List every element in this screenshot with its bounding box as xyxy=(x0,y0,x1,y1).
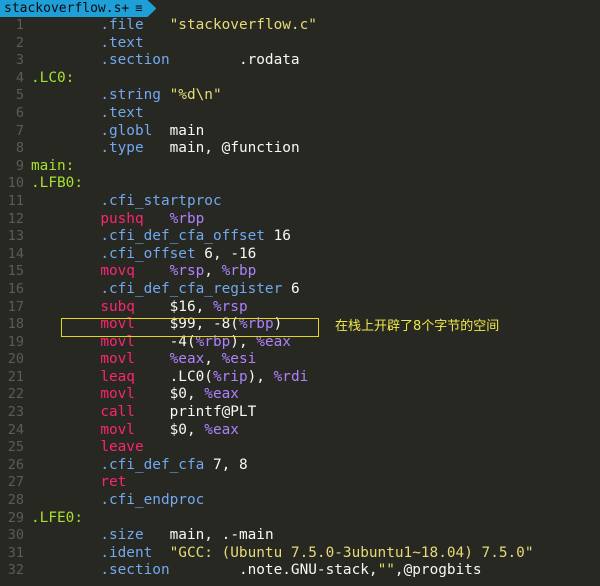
code-text: .cfi_def_cfa 7, 8 xyxy=(100,456,248,473)
code-line: 27 ret xyxy=(0,474,600,492)
code-text: subq $16, %rsp xyxy=(100,298,248,315)
line-number: 19 xyxy=(7,333,24,350)
code-line: 3 .section .rodata xyxy=(0,52,600,70)
code-text: .LC0: xyxy=(31,69,75,86)
code-text: movq %rsp, %rbp xyxy=(100,263,257,280)
line-number: 22 xyxy=(7,386,24,403)
line-number: 18 xyxy=(7,316,24,333)
code-text: .cfi_def_cfa_register 6 xyxy=(100,280,300,297)
code-line: 20 movl %eax, %esi xyxy=(0,351,600,369)
line-number: 7 xyxy=(15,122,24,139)
code-text: main: xyxy=(31,157,75,174)
code-text: .globl main xyxy=(100,122,205,139)
code-line: 25 leave xyxy=(0,439,600,457)
code-line: 32 .section .note.GNU-stack,"",@progbits xyxy=(0,562,600,580)
line-number: 12 xyxy=(7,210,24,227)
line-number: 17 xyxy=(7,298,24,315)
code-line: 10 .LFB0: xyxy=(0,175,600,193)
line-number: 15 xyxy=(7,263,24,280)
code-text: .file "stackoverflow.c" xyxy=(100,17,317,33)
code-text: .cfi_startproc xyxy=(100,192,222,209)
line-number: 2 xyxy=(15,34,24,51)
code-text: pushq %rbp xyxy=(100,210,205,227)
code-line: 5 .string "%d\n" xyxy=(0,87,600,105)
code-text: call printf@PLT xyxy=(100,404,257,421)
tab-bar: stackoverflow.s+ ≡ xyxy=(0,0,600,17)
code-line: 13 .cfi_def_cfa_offset 16 xyxy=(0,228,600,246)
annotation-text: 在栈上开辟了8个字节的空间 xyxy=(335,319,500,334)
line-number: 3 xyxy=(15,52,24,69)
line-number: 30 xyxy=(7,527,24,544)
code-text: ret xyxy=(100,474,127,491)
line-number: 10 xyxy=(7,175,24,192)
line-number: 31 xyxy=(7,544,24,561)
code-line: 15 movq %rsp, %rbp xyxy=(0,263,600,281)
code-line: 23 call printf@PLT xyxy=(0,404,600,422)
code-line: 17 subq $16, %rsp xyxy=(0,299,600,317)
code-text: .size main, .-main xyxy=(100,527,274,544)
code-text: movl $0, %eax xyxy=(100,421,239,438)
line-number: 23 xyxy=(7,404,24,421)
code-text: movl %eax, %esi xyxy=(100,351,257,368)
line-number: 20 xyxy=(7,351,24,368)
code-line: 26 .cfi_def_cfa 7, 8 xyxy=(0,457,600,475)
line-number: 27 xyxy=(7,474,24,491)
code-text: leaq .LC0(%rip), %rdi xyxy=(100,368,309,385)
code-line: 28 .cfi_endproc xyxy=(0,492,600,510)
highlight-box xyxy=(61,318,319,337)
code-text: .section .rodata xyxy=(100,52,300,69)
menu-icon[interactable]: ≡ xyxy=(135,0,142,17)
code-text: .type main, @function xyxy=(100,140,300,157)
code-text: .LFE0: xyxy=(31,509,83,526)
code-text: leave xyxy=(100,439,144,456)
line-number: 21 xyxy=(7,368,24,385)
line-number: 25 xyxy=(7,439,24,456)
code-line: 8 .type main, @function xyxy=(0,140,600,158)
code-line: 16 .cfi_def_cfa_register 6 xyxy=(0,281,600,299)
code-line: 14 .cfi_offset 6, -16 xyxy=(0,246,600,264)
tab-file[interactable]: stackoverflow.s+ ≡ xyxy=(0,0,156,17)
code-line: 6 .text xyxy=(0,105,600,123)
line-number: 29 xyxy=(7,509,24,526)
code-line: 4 .LC0: xyxy=(0,70,600,88)
line-number: 32 xyxy=(7,562,24,579)
code-line: 21 leaq .LC0(%rip), %rdi xyxy=(0,369,600,387)
line-number: 11 xyxy=(7,192,24,209)
code-text: .text xyxy=(100,104,144,121)
code-line: 31 .ident "GCC: (Ubuntu 7.5.0-3ubuntu1~1… xyxy=(0,545,600,563)
code-line: 12 pushq %rbp xyxy=(0,211,600,229)
code-text: movl $0, %eax xyxy=(100,386,239,403)
code-text: .LFB0: xyxy=(31,175,83,192)
code-line: 11 .cfi_startproc xyxy=(0,193,600,211)
line-number: 1 xyxy=(15,17,24,33)
line-number: 16 xyxy=(7,280,24,297)
code-text: .cfi_endproc xyxy=(100,492,205,509)
code-line: 7 .globl main xyxy=(0,123,600,141)
line-number: 4 xyxy=(15,69,24,86)
code-text: .string "%d\n" xyxy=(100,87,222,104)
code-line: 1 .file "stackoverflow.c" xyxy=(0,17,600,35)
tab-filename: stackoverflow.s+ xyxy=(4,1,130,16)
code-line: 24 movl $0, %eax xyxy=(0,422,600,440)
code-text: .text xyxy=(100,34,144,51)
line-number: 9 xyxy=(15,157,24,174)
code-editor[interactable]: 1 .file "stackoverflow.c" 2 .text 3 .secti… xyxy=(0,17,600,580)
code-line: 9 main: xyxy=(0,158,600,176)
line-number: 13 xyxy=(7,228,24,245)
line-number: 5 xyxy=(15,87,24,104)
line-number: 6 xyxy=(15,104,24,121)
code-line: 22 movl $0, %eax xyxy=(0,386,600,404)
code-text: .cfi_def_cfa_offset 16 xyxy=(100,228,291,245)
line-number: 14 xyxy=(7,245,24,262)
line-number: 8 xyxy=(15,140,24,157)
line-number: 24 xyxy=(7,421,24,438)
line-number: 26 xyxy=(7,456,24,473)
code-text: .section .note.GNU-stack,"",@progbits xyxy=(100,562,482,579)
line-number: 28 xyxy=(7,492,24,509)
code-line: 2 .text xyxy=(0,35,600,53)
code-line: 30 .size main, .-main xyxy=(0,527,600,545)
code-line: 29 .LFE0: xyxy=(0,510,600,528)
code-text: .cfi_offset 6, -16 xyxy=(100,245,257,262)
code-text: .ident "GCC: (Ubuntu 7.5.0-3ubuntu1~18.0… xyxy=(100,544,534,561)
